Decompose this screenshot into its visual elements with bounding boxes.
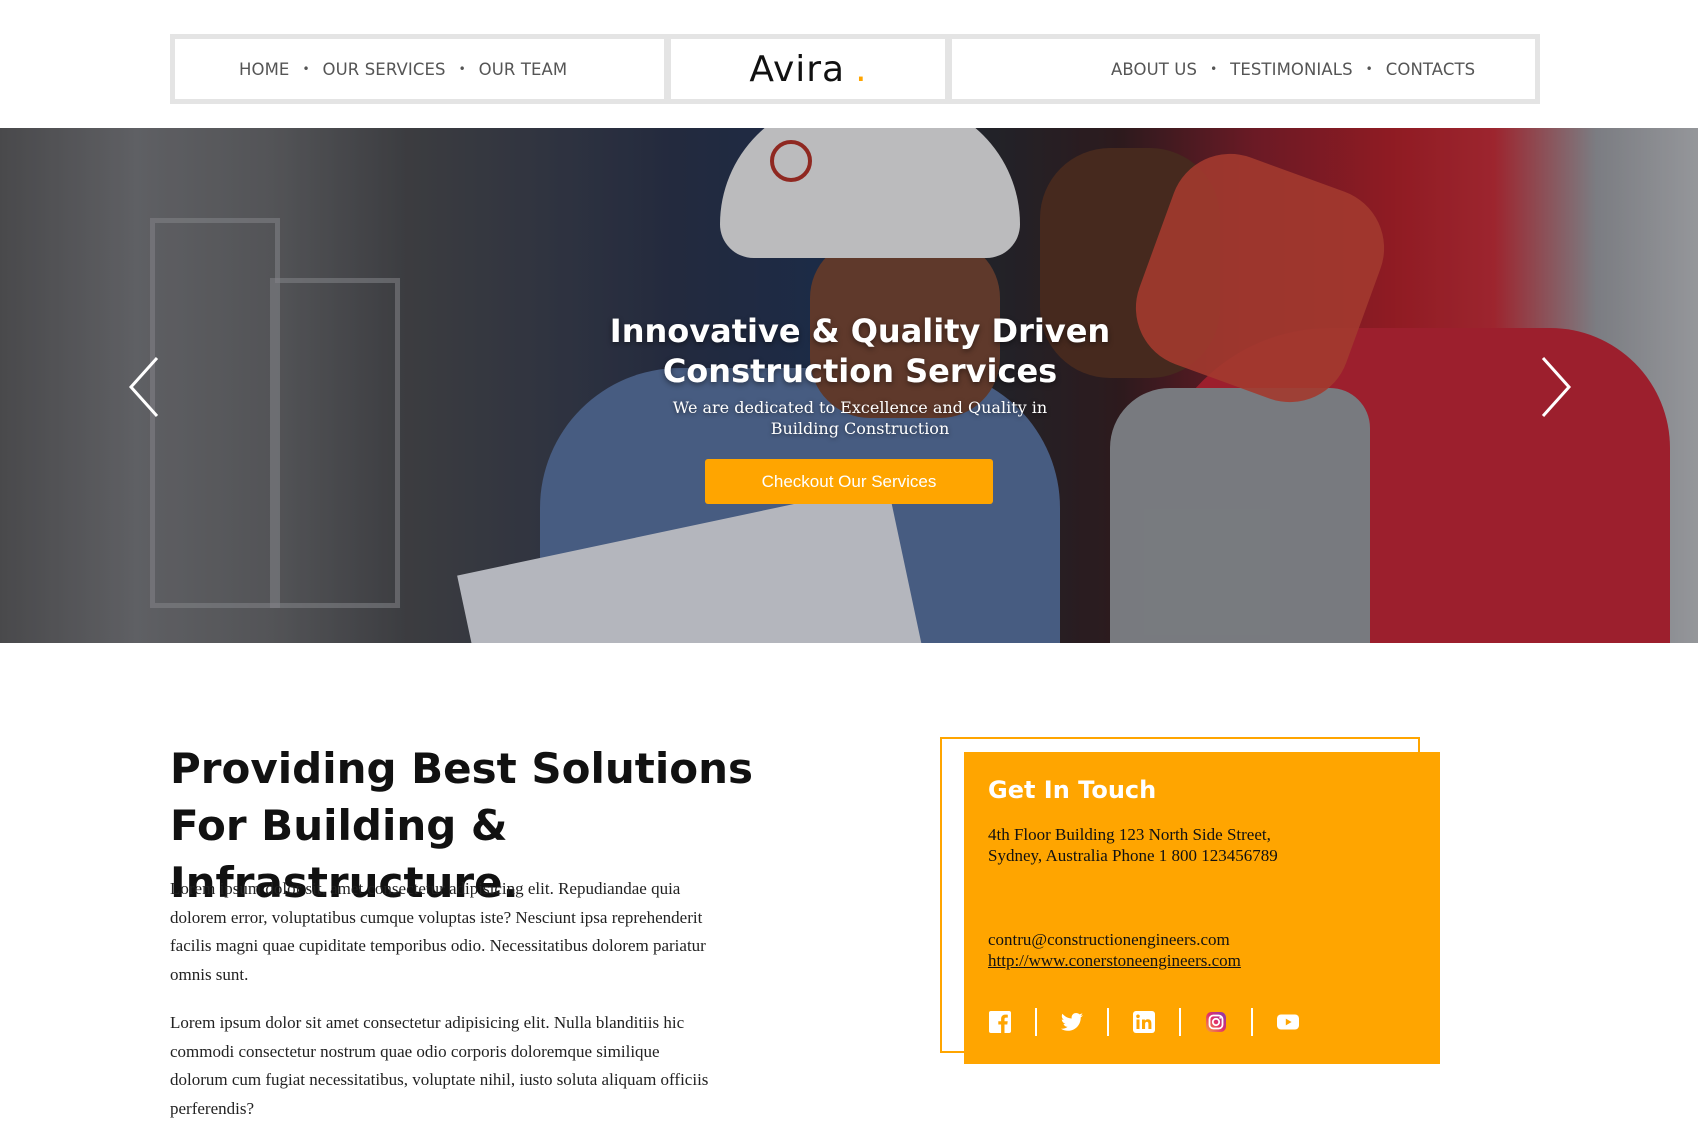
site-header: HOME • OUR SERVICES • OUR TEAM Avira . A… [170, 34, 1540, 104]
nav-contacts[interactable]: CONTACTS [1386, 60, 1476, 79]
nav-separator: • [302, 62, 310, 76]
header-divider [664, 39, 671, 99]
nav-about-us[interactable]: ABOUT US [1111, 60, 1197, 79]
contact-email[interactable]: contru@constructionengineers.com [988, 930, 1230, 950]
checkout-services-button[interactable]: Checkout Our Services [705, 459, 993, 504]
about-paragraph: Lorem ipsum dolor sit amet consectetur a… [170, 1013, 709, 1119]
facebook-icon[interactable] [988, 1010, 1012, 1034]
logo-text: Avira [749, 48, 846, 90]
logo[interactable]: Avira . [671, 39, 945, 99]
hero-subtitle: We are dedicated to Excellence and Quali… [672, 398, 1048, 438]
chevron-left-icon[interactable] [125, 352, 165, 422]
nav-testimonials[interactable]: TESTIMONIALS [1230, 60, 1353, 79]
hero-title: Innovative & Quality Driven Construction… [609, 312, 1111, 390]
contact-website-link[interactable]: http://www.conerstoneengineers.com [988, 951, 1241, 971]
nav-separator: • [1210, 62, 1218, 76]
contact-card: Get In Touch 4th Floor Building 123 Nort… [964, 752, 1440, 1064]
social-links [988, 1008, 1300, 1036]
nav-separator: • [1365, 62, 1373, 76]
logo-dot: . [855, 48, 867, 90]
linkedin-icon[interactable] [1132, 1010, 1156, 1034]
nav-right: ABOUT US • TESTIMONIALS • CONTACTS [1111, 39, 1475, 99]
header-divider [945, 39, 952, 99]
chevron-right-icon[interactable] [1535, 352, 1575, 422]
twitter-icon[interactable] [1060, 1010, 1084, 1034]
social-separator [1035, 1008, 1037, 1036]
youtube-icon[interactable] [1276, 1010, 1300, 1034]
contact-address: 4th Floor Building 123 North Side Street… [988, 825, 1278, 866]
social-separator [1107, 1008, 1109, 1036]
contact-title: Get In Touch [988, 776, 1157, 804]
nav-our-team[interactable]: OUR TEAM [479, 60, 568, 79]
about-paragraph: Lorem ipsum dolor sit, amet consectetur … [170, 879, 706, 985]
nav-left: HOME • OUR SERVICES • OUR TEAM [239, 39, 567, 99]
nav-home[interactable]: HOME [239, 60, 289, 79]
nav-our-services[interactable]: OUR SERVICES [323, 60, 446, 79]
social-separator [1251, 1008, 1253, 1036]
hero-carousel: Innovative & Quality Driven Construction… [0, 128, 1698, 643]
nav-separator: • [458, 62, 466, 76]
instagram-icon[interactable] [1204, 1010, 1228, 1034]
social-separator [1179, 1008, 1181, 1036]
